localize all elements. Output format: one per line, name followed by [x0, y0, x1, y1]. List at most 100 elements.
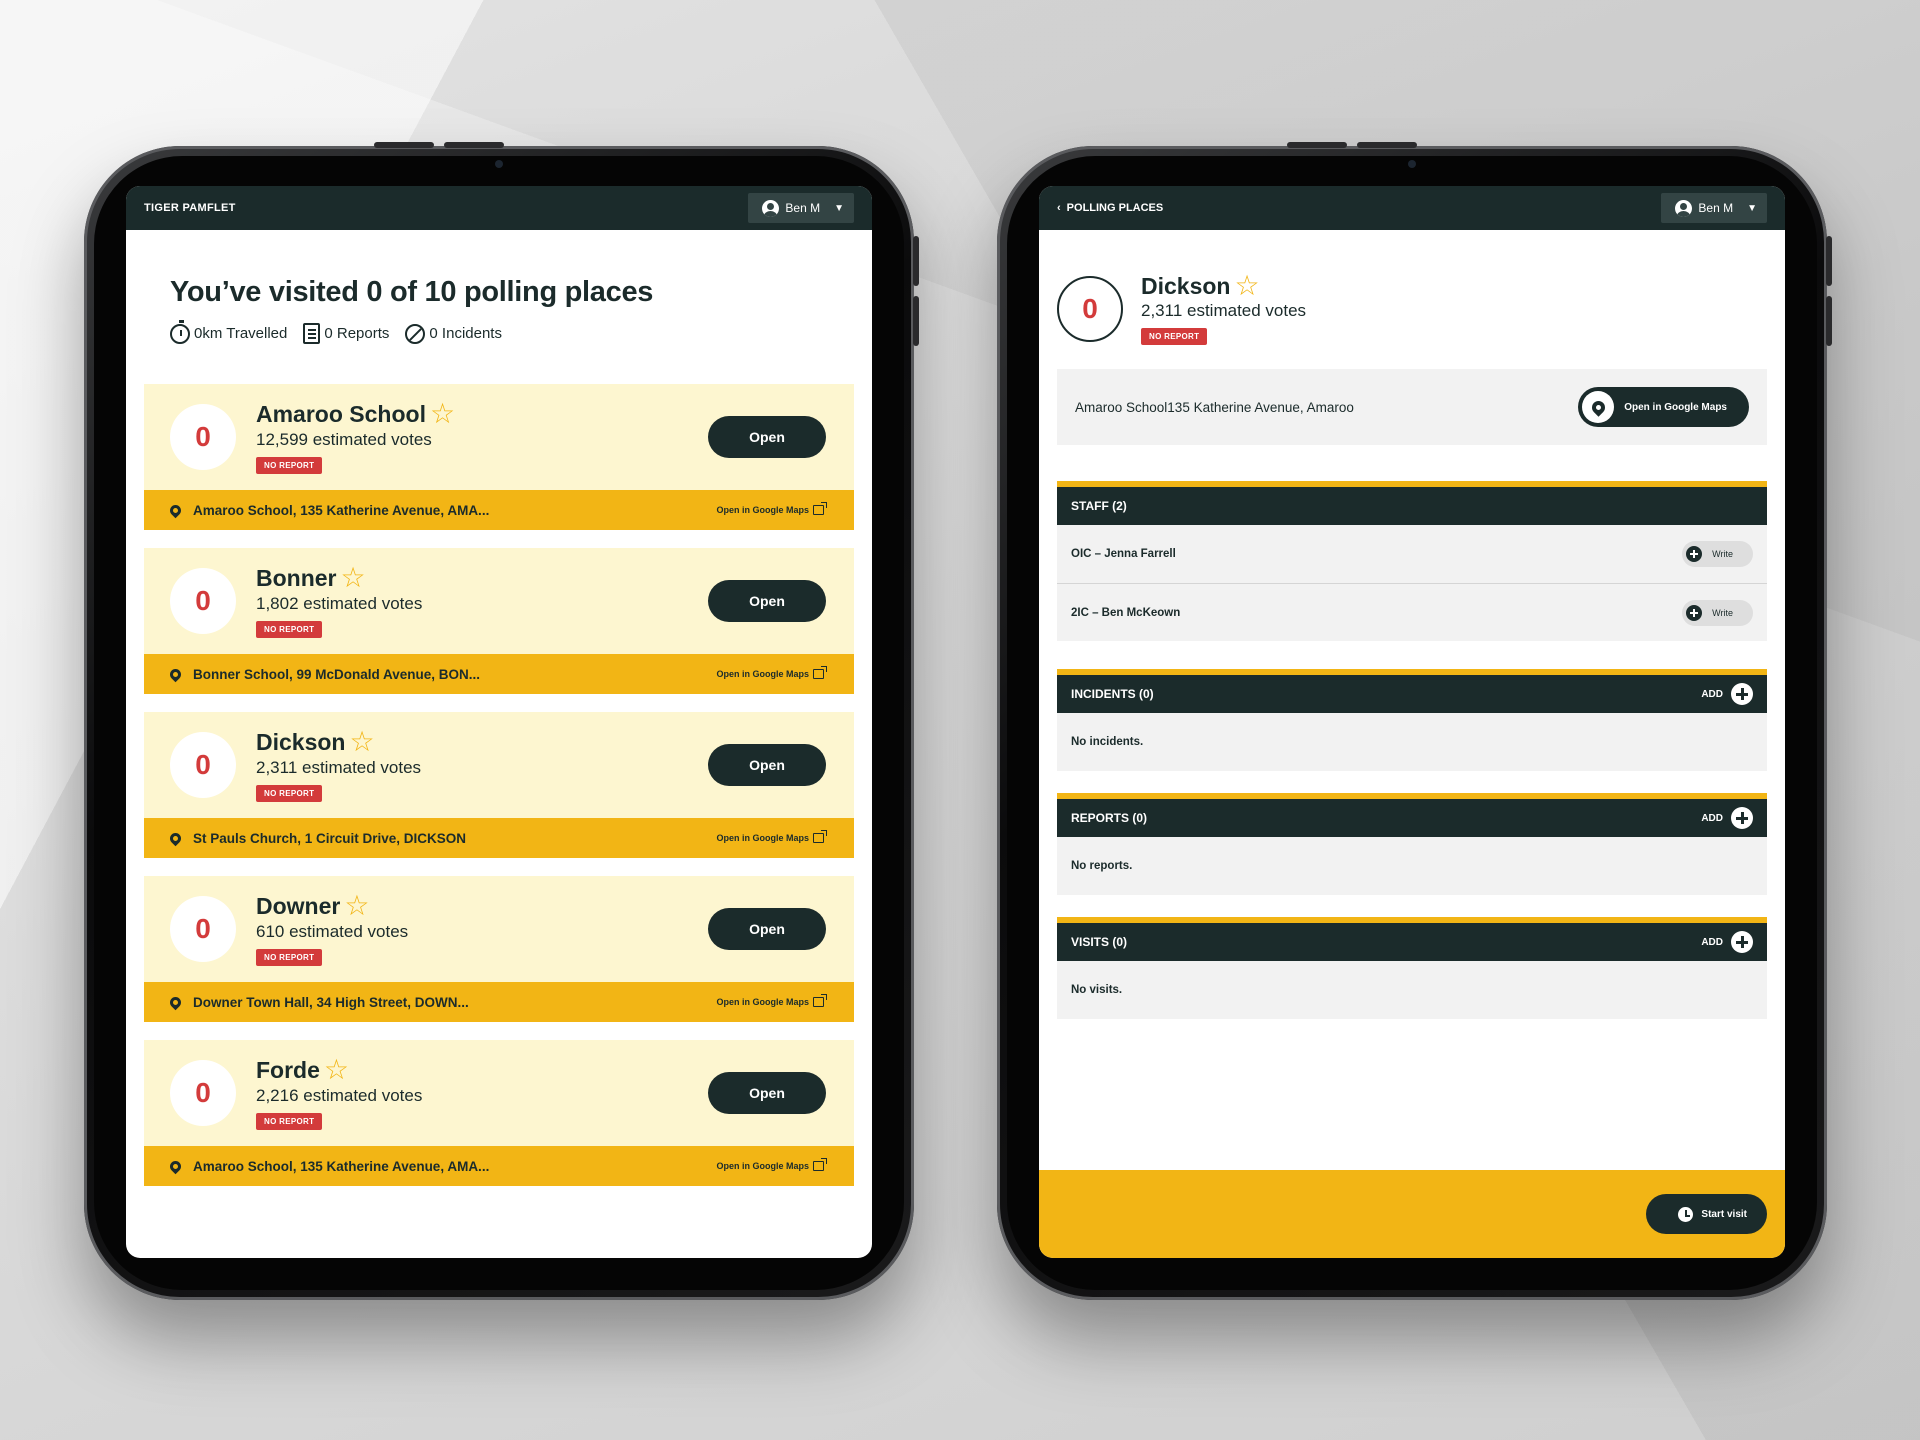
estimated-votes: 12,599 estimated votes [256, 430, 432, 449]
card-footer: Amaroo School, 135 Katherine Avenue, AMA… [144, 1146, 854, 1186]
section-title: VISITS (0) [1071, 935, 1128, 949]
empty-state: No incidents. [1057, 713, 1767, 771]
plus-icon [1686, 604, 1703, 621]
card-body: 0 Bonner ☆ 1,802 estimated votes NO REPOR… [144, 548, 854, 654]
open-button[interactable]: Open [708, 744, 826, 786]
status-badge: NO REPORT [256, 621, 323, 638]
address: Amaroo School, 135 Katherine Avenue, AMA… [167, 1158, 489, 1174]
place-name: Dickson ☆ [1141, 272, 1306, 300]
maps-link-text: Open in Google Maps [716, 505, 809, 515]
polling-place-card: 0 Downer ☆ 610 estimated votes NO REPORT … [144, 876, 854, 1022]
open-button[interactable]: Open [708, 580, 826, 622]
address: St Pauls Church, 1 Circuit Drive, DICKSO… [167, 830, 467, 846]
place-header: 0 Dickson ☆ 2,311 estimated votes NO REPO… [1039, 230, 1785, 345]
user-menu[interactable]: Ben M ▼ [1661, 193, 1767, 223]
star-icon[interactable]: ☆ [1234, 272, 1259, 300]
device-button [374, 142, 434, 148]
open-in-google-maps-button[interactable]: Open in Google Maps [1578, 387, 1749, 427]
back-link[interactable]: ‹ POLLING PLACES [1057, 202, 1163, 214]
star-icon[interactable]: ☆ [349, 728, 374, 756]
write-button[interactable]: Write [1682, 599, 1753, 626]
place-name-text: Amaroo School [256, 400, 426, 427]
external-link-icon [813, 502, 827, 515]
top-bar: TIGER PAMFLET Ben M ▼ [126, 186, 872, 230]
address-text: St Pauls Church, 1 Circuit Drive, DICKSO… [193, 830, 467, 846]
star-icon[interactable]: ☆ [324, 1056, 349, 1084]
maps-link-text: Open in Google Maps [716, 833, 809, 843]
card-info: Forde ☆ 2,216 estimated votes NO REPORT [256, 1056, 708, 1130]
place-info: Dickson ☆ 2,311 estimated votes NO REPORT [1141, 272, 1306, 345]
section-header: INCIDENTS (0) ADD [1057, 669, 1767, 713]
open-in-google-maps-link[interactable]: Open in Google Maps [716, 994, 827, 1007]
maps-button-label: Open in Google Maps [1624, 401, 1727, 413]
map-pin-icon [167, 666, 184, 682]
top-bar: ‹ POLLING PLACES Ben M ▼ [1039, 186, 1785, 230]
plus-icon [1731, 931, 1753, 953]
visit-count: 0 [170, 732, 236, 798]
section-header: REPORTS (0) ADD [1057, 793, 1767, 837]
section-header: VISITS (0) ADD [1057, 917, 1767, 961]
open-button[interactable]: Open [708, 1072, 826, 1114]
address: Amaroo School, 135 Katherine Avenue, AMA… [167, 502, 489, 518]
card-footer: Downer Town Hall, 34 High Street, DOWN..… [144, 982, 854, 1022]
status-badge: NO REPORT [256, 1113, 323, 1130]
estimated-votes: 2,216 estimated votes [256, 1086, 423, 1105]
reports-section: REPORTS (0) ADD No reports. [1057, 793, 1767, 895]
add-label: ADD [1701, 936, 1723, 948]
star-icon[interactable]: ☆ [430, 400, 455, 428]
open-button[interactable]: Open [708, 908, 826, 950]
add-report-button[interactable]: ADD [1701, 807, 1753, 829]
card-info: Bonner ☆ 1,802 estimated votes NO REPORT [256, 564, 708, 638]
section-title: REPORTS (0) [1071, 811, 1148, 825]
open-in-google-maps-link[interactable]: Open in Google Maps [716, 666, 827, 679]
external-link-icon [813, 830, 827, 843]
place-name: Bonner ☆ [256, 564, 708, 592]
stat-label: 0 Incidents [429, 325, 502, 342]
stats-row: 0km Travelled 0 Reports 0 Incidents [170, 319, 828, 344]
add-label: ADD [1701, 812, 1723, 824]
incident-icon [405, 323, 426, 344]
staff-section: STAFF (2) OIC – Jenna Farrell Write 2IC … [1057, 481, 1767, 641]
add-incident-button[interactable]: ADD [1701, 683, 1753, 705]
open-in-google-maps-link[interactable]: Open in Google Maps [716, 502, 827, 515]
device-button [1826, 296, 1832, 346]
empty-state: No reports. [1057, 837, 1767, 895]
visit-count: 0 [170, 1060, 236, 1126]
user-menu[interactable]: Ben M ▼ [748, 193, 854, 223]
add-visit-button[interactable]: ADD [1701, 931, 1753, 953]
report-icon [303, 323, 321, 344]
app-title: TIGER PAMFLET [144, 202, 236, 214]
add-label: ADD [1701, 688, 1723, 700]
staff-label: OIC – Jenna Farrell [1071, 548, 1176, 560]
external-link-icon [813, 1158, 827, 1171]
open-in-google-maps-link[interactable]: Open in Google Maps [716, 830, 827, 843]
maps-link-text: Open in Google Maps [716, 669, 809, 679]
external-link-icon [813, 666, 827, 679]
map-pin-icon [1582, 391, 1615, 423]
user-avatar-icon [1675, 199, 1693, 217]
device-button [1357, 142, 1417, 148]
start-visit-label: Start visit [1701, 1208, 1747, 1220]
star-icon[interactable]: ☆ [341, 564, 366, 592]
chevron-left-icon: ‹ [1057, 202, 1061, 214]
map-pin-icon [167, 1158, 184, 1174]
write-button[interactable]: Write [1682, 541, 1753, 567]
star-icon[interactable]: ☆ [344, 892, 369, 920]
place-name: Amaroo School ☆ [256, 400, 708, 428]
open-button[interactable]: Open [708, 416, 826, 458]
maps-link-text: Open in Google Maps [716, 997, 809, 1007]
open-in-google-maps-link[interactable]: Open in Google Maps [716, 1158, 827, 1171]
map-pin-icon [167, 994, 184, 1010]
visit-count: 0 [170, 896, 236, 962]
start-visit-button[interactable]: Start visit [1646, 1194, 1767, 1234]
stat-reports: 0 Reports [303, 323, 389, 344]
visit-summary: You’ve visited 0 of 10 polling places 0k… [126, 230, 872, 344]
tablet-list-view: TIGER PAMFLET Ben M ▼ You’ve visited 0 o… [84, 142, 919, 1300]
device-button [1287, 142, 1347, 148]
write-label: Write [1712, 607, 1733, 618]
clock-icon [1678, 1206, 1694, 1222]
place-name: Dickson ☆ [256, 728, 708, 756]
map-pin-icon [167, 830, 184, 846]
card-body: 0 Dickson ☆ 2,311 estimated votes NO REPO… [144, 712, 854, 818]
stat-label: 0 Reports [324, 325, 390, 342]
